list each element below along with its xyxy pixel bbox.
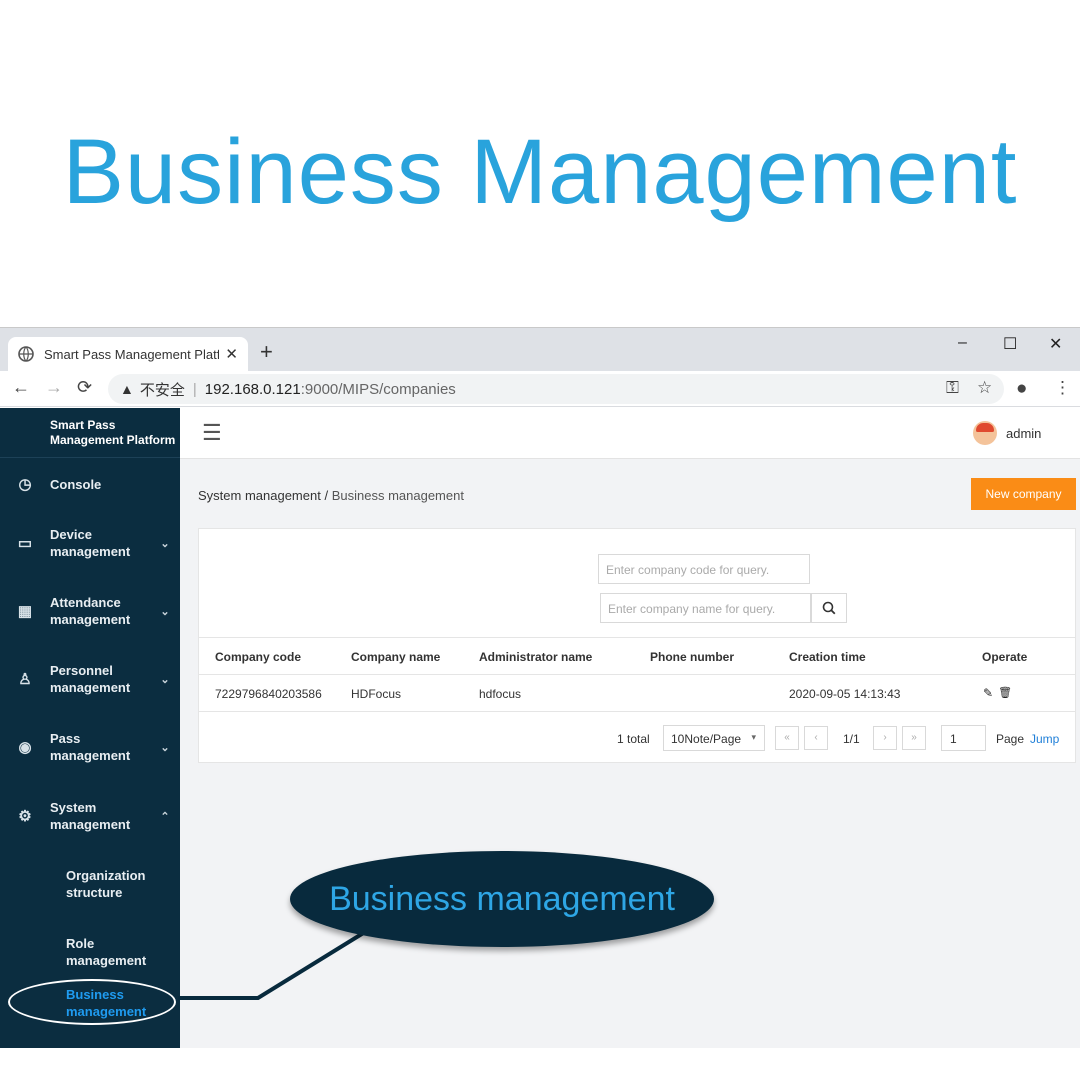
dashboard-icon: ◷ — [18, 476, 32, 493]
collapse-menu-icon[interactable]: ☰ — [202, 420, 222, 446]
chevron-down-icon: ⌄ — [160, 605, 170, 618]
company-name-input[interactable]: Enter company name for query. — [600, 593, 811, 623]
new-company-button[interactable]: New company — [971, 478, 1076, 510]
chevron-down-icon: ⌄ — [160, 741, 170, 754]
header-phone: Phone number — [650, 650, 735, 664]
url-path: :9000/MIPS/companies — [300, 380, 456, 398]
brand-title: Smart Pass Management Platform — [0, 408, 180, 458]
table-row: 7229796840203586 HDFocus hdfocus 2020-09… — [199, 675, 1075, 712]
cell-company-name: HDFocus — [351, 687, 402, 701]
tab-bar: Smart Pass Management Platf ✕ + – ☐ ✕ — [0, 328, 1080, 371]
total-count: 1 total — [617, 732, 650, 746]
page-label: Page — [996, 732, 1025, 746]
companies-panel: Enter company code for query. Enter comp… — [198, 528, 1076, 763]
pass-icon: ◉ — [18, 739, 32, 756]
companies-table: Company code Company name Administrator … — [199, 637, 1075, 712]
app-area: Smart Pass Management Platform ◷ Console… — [0, 408, 1080, 1048]
callout-bubble: Business management — [290, 851, 714, 947]
address-bar: ← → ⟳ ▲ 不安全 | 192.168.0.121:9000/MIPS/co… — [0, 371, 1080, 407]
cell-creation-time: 2020-09-05 14:13:43 — [789, 687, 901, 701]
page-indicator: 1/1 — [843, 732, 860, 746]
page-size-value: 10Note/Page — [671, 732, 742, 746]
warning-icon: ▲ — [120, 381, 134, 397]
table-header: Company code Company name Administrator … — [199, 637, 1075, 675]
first-page-button[interactable]: « — [775, 726, 799, 750]
new-tab-button[interactable]: + — [260, 341, 273, 363]
sidebar-item-label: Console — [50, 476, 102, 492]
people-icon: ♙ — [18, 671, 32, 688]
sidebar-item-label: Attendance management — [50, 595, 131, 627]
tab-close-icon[interactable]: ✕ — [225, 345, 238, 363]
page-size-select[interactable]: 10Note/Page ▾ — [663, 725, 765, 751]
company-code-input[interactable]: Enter company code for query. — [598, 554, 810, 584]
forward-button[interactable]: → — [45, 377, 63, 398]
browser-tab[interactable]: Smart Pass Management Platf ✕ — [8, 337, 248, 371]
sidebar-item-pass[interactable]: ◉ Pass management ⌄ — [0, 730, 180, 764]
search-button[interactable] — [811, 593, 847, 623]
breadcrumb-current: Business management — [331, 488, 464, 503]
globe-icon — [18, 346, 34, 362]
minimize-button[interactable]: – — [958, 334, 967, 352]
caret-down-icon: ▾ — [751, 732, 756, 742]
row-actions: ✎ 🗑 — [983, 686, 1012, 700]
calendar-icon: ▦ — [17, 603, 33, 620]
sidebar-item-system[interactable]: ⚙ System management ⌃ — [0, 799, 180, 833]
chevron-down-icon: ⌄ — [160, 537, 170, 550]
browser-menu-icon[interactable]: ⋮ — [1054, 378, 1071, 398]
back-button[interactable]: ← — [12, 377, 30, 398]
avatar[interactable] — [973, 421, 997, 445]
sidebar-item-label: Pass management — [50, 731, 131, 763]
header-admin-name: Administrator name — [479, 650, 593, 664]
pagination: 1 total 10Note/Page ▾ « ‹ 1/1 › » 1 Page… — [199, 725, 1075, 755]
cell-admin-name: hdfocus — [479, 687, 522, 701]
sidebar: Smart Pass Management Platform ◷ Console… — [0, 408, 180, 1048]
gear-icon: ⚙ — [18, 808, 32, 825]
profile-icon[interactable]: ● — [1016, 378, 1027, 400]
tab-title: Smart Pass Management Platf — [44, 346, 220, 362]
breadcrumb-separator: / — [324, 488, 329, 503]
sidebar-subitem-organization[interactable]: Organization structure — [66, 867, 156, 901]
header-creation-time: Creation time — [789, 650, 866, 664]
chevron-up-icon: ⌃ — [160, 810, 170, 823]
breadcrumb-parent[interactable]: System management — [198, 488, 321, 503]
page-number-input[interactable]: 1 — [941, 725, 986, 751]
maximize-button[interactable]: ☐ — [1003, 334, 1017, 354]
edit-icon[interactable]: ✎ — [983, 686, 993, 700]
sidebar-item-personnel[interactable]: ♙ Personnel management ⌄ — [0, 662, 180, 696]
username[interactable]: admin — [1006, 426, 1041, 441]
search-icon — [822, 601, 836, 615]
top-bar: ☰ admin — [180, 408, 1080, 459]
avatar-hat — [976, 423, 994, 432]
jump-link[interactable]: Jump — [1030, 732, 1059, 746]
highlight-ring — [8, 979, 176, 1025]
key-icon[interactable]: ⚿ — [946, 378, 959, 398]
sidebar-item-label: Personnel management — [50, 663, 131, 695]
header-company-code: Company code — [215, 650, 302, 664]
breadcrumb: System management / Business management — [198, 488, 464, 503]
device-icon: ▭ — [17, 535, 33, 552]
last-page-button[interactable]: » — [902, 726, 926, 750]
sidebar-item-label: System management — [50, 800, 131, 832]
url-host: 192.168.0.121 — [204, 380, 301, 398]
chevron-down-icon: ⌄ — [160, 673, 170, 686]
sidebar-item-label: Device management — [50, 527, 131, 559]
page-headline: Business Management — [62, 121, 1018, 223]
prev-page-button[interactable]: ‹ — [804, 726, 828, 750]
sidebar-item-device[interactable]: ▭ Device management ⌄ — [0, 526, 180, 560]
reload-button[interactable]: ⟳ — [77, 377, 92, 398]
sidebar-item-console[interactable]: ◷ Console — [0, 474, 180, 494]
url-field[interactable]: ▲ 不安全 | 192.168.0.121:9000/MIPS/companie… — [108, 374, 1004, 404]
star-icon[interactable]: ☆ — [977, 378, 992, 398]
sidebar-item-attendance[interactable]: ▦ Attendance management ⌄ — [0, 594, 180, 628]
delete-icon[interactable]: 🗑 — [998, 686, 1012, 700]
next-page-button[interactable]: › — [873, 726, 897, 750]
insecure-label: 不安全 — [139, 381, 185, 399]
header-company-name: Company name — [351, 650, 441, 664]
sidebar-subitem-role[interactable]: Role management — [66, 935, 176, 969]
url-separator: | — [192, 380, 197, 398]
header-operate: Operate — [982, 650, 1028, 664]
window-close-button[interactable]: ✕ — [1049, 334, 1062, 354]
cell-company-code: 7229796840203586 — [215, 687, 322, 701]
